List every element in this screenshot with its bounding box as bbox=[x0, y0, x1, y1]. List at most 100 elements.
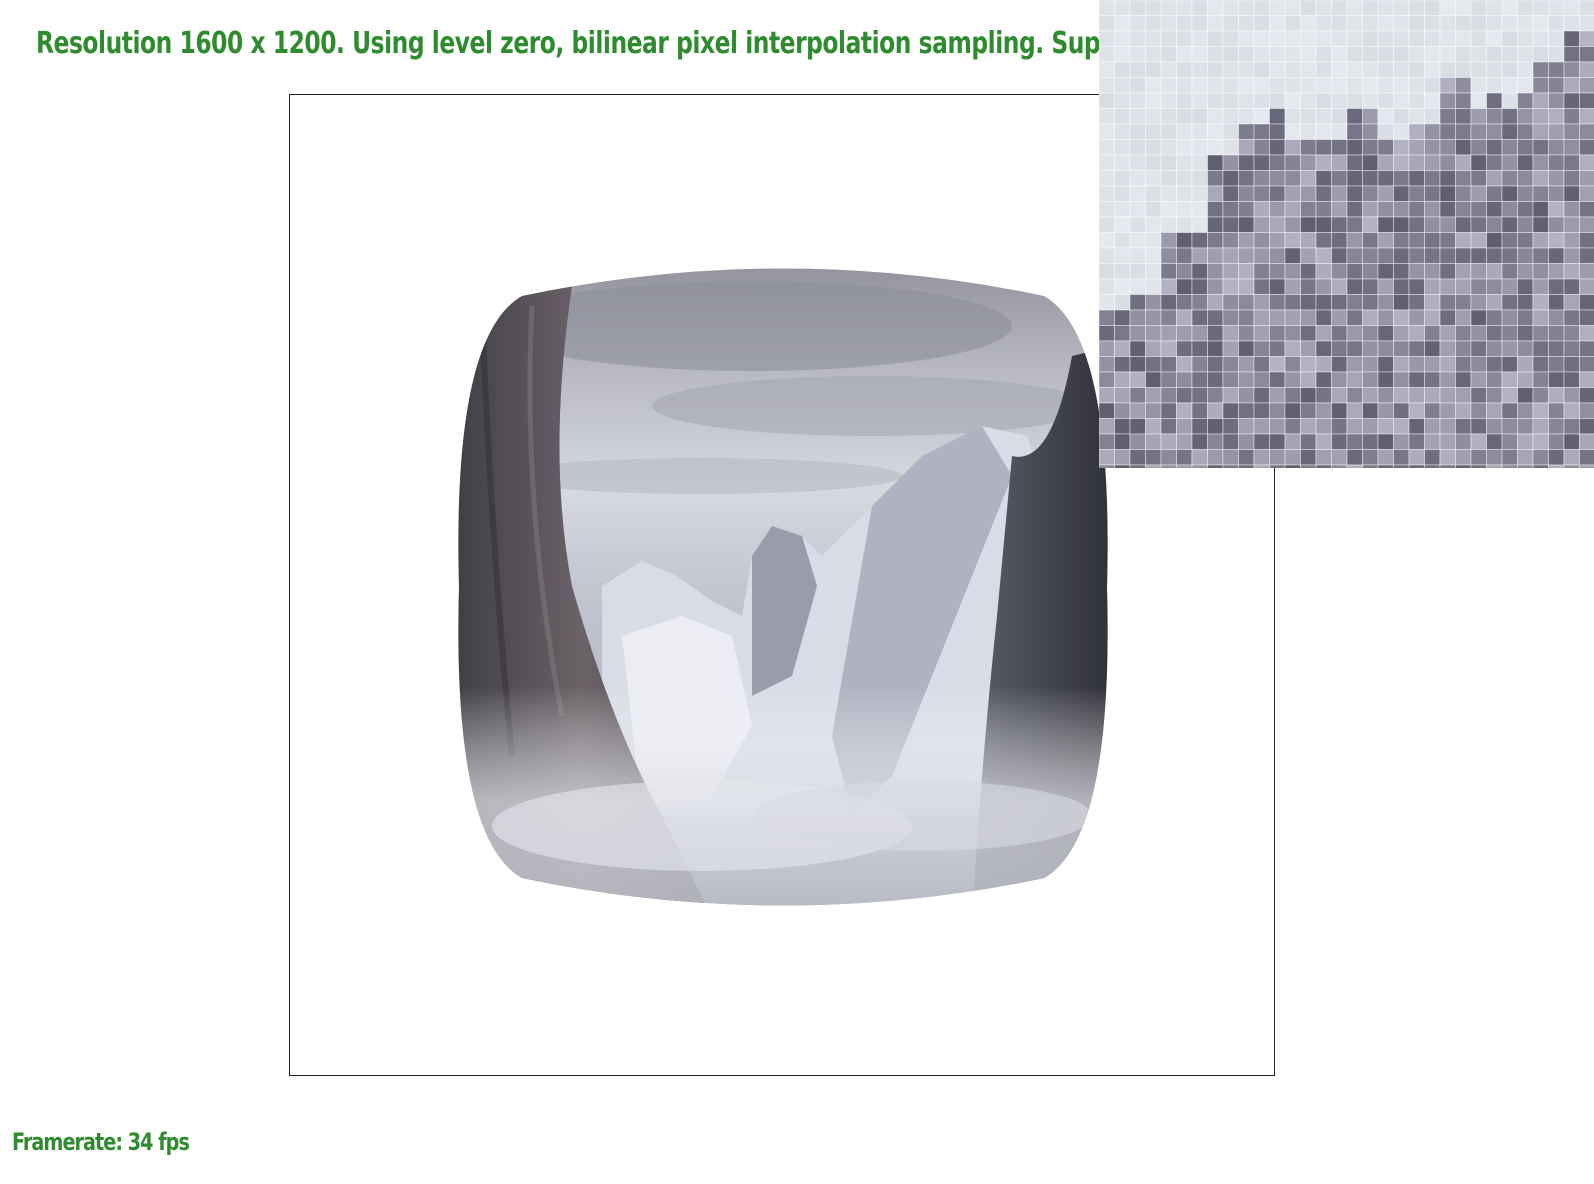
zoom-pixel-cell bbox=[1579, 108, 1594, 125]
zoom-pixel-cell bbox=[1408, 30, 1425, 47]
zoom-pixel-cell bbox=[1486, 371, 1503, 388]
zoom-pixel-cell bbox=[1331, 139, 1348, 156]
zoom-pixel-cell bbox=[1424, 185, 1441, 202]
zoom-pixel-cell bbox=[1284, 309, 1301, 326]
zoom-pixel-cell bbox=[1346, 0, 1363, 16]
zoom-pixel-cell bbox=[1253, 433, 1270, 450]
zoom-pixel-cell bbox=[1501, 340, 1518, 357]
zoom-pixel-cell bbox=[1439, 294, 1456, 311]
zoom-pixel-cell bbox=[1346, 309, 1363, 326]
zoom-pixel-cell bbox=[1517, 30, 1534, 47]
zoom-pixel-cell bbox=[1486, 433, 1503, 450]
zoom-pixel-cell bbox=[1532, 232, 1549, 249]
zoom-pixel-cell bbox=[1253, 216, 1270, 233]
zoom-pixel-cell bbox=[1269, 216, 1286, 233]
zoom-pixel-cell bbox=[1207, 108, 1224, 125]
zoom-pixel-cell bbox=[1455, 216, 1472, 233]
zoom-pixel-cell bbox=[1099, 263, 1115, 280]
zoom-pixel-cell bbox=[1331, 402, 1348, 419]
zoom-pixel-cell bbox=[1579, 123, 1594, 140]
zoom-pixel-cell bbox=[1393, 154, 1410, 171]
zoom-pixel-cell bbox=[1362, 278, 1379, 295]
zoom-pixel-cell bbox=[1548, 46, 1565, 63]
zoom-pixel-cell bbox=[1362, 123, 1379, 140]
zoom-pixel-cell bbox=[1222, 356, 1239, 373]
zoom-pixel-cell bbox=[1455, 30, 1472, 47]
zoom-pixel-cell bbox=[1114, 263, 1131, 280]
zoom-pixel-cell bbox=[1300, 356, 1317, 373]
zoom-pixel-cell bbox=[1160, 108, 1177, 125]
zoom-pixel-cell bbox=[1114, 185, 1131, 202]
zoom-pixel-cell bbox=[1145, 185, 1162, 202]
zoom-pixel-cell bbox=[1160, 247, 1177, 264]
zoom-pixel-cell bbox=[1439, 123, 1456, 140]
zoom-pixel-cell bbox=[1362, 294, 1379, 311]
zoom-pixel-cell bbox=[1145, 402, 1162, 419]
zoom-pixel-cell bbox=[1191, 201, 1208, 218]
zoom-pixel-cell bbox=[1160, 232, 1177, 249]
zoom-pixel-cell bbox=[1129, 356, 1146, 373]
zoom-pixel-cell bbox=[1099, 325, 1115, 342]
zoom-pixel-cell bbox=[1191, 61, 1208, 78]
zoom-pixel-cell bbox=[1099, 0, 1115, 16]
zoom-pixel-cell bbox=[1129, 371, 1146, 388]
zoom-pixel-cell bbox=[1284, 15, 1301, 32]
zoom-pixel-cell bbox=[1346, 263, 1363, 280]
zoom-pixel-cell bbox=[1470, 139, 1487, 156]
zoom-pixel-cell bbox=[1563, 139, 1580, 156]
zoom-pixel-cell bbox=[1501, 46, 1518, 63]
zoom-pixel-cell bbox=[1377, 402, 1394, 419]
zoom-pixel-cell bbox=[1238, 46, 1255, 63]
zoom-pixel-cell bbox=[1486, 356, 1503, 373]
warped-texture-image bbox=[458, 268, 1108, 906]
zoom-pixel-cell bbox=[1548, 449, 1565, 466]
zoom-pixel-cell bbox=[1191, 340, 1208, 357]
zoom-pixel-cell bbox=[1346, 92, 1363, 109]
zoom-pixel-cell bbox=[1207, 387, 1224, 404]
zoom-pixel-cell bbox=[1284, 170, 1301, 187]
zoom-pixel-cell bbox=[1176, 30, 1193, 47]
zoom-pixel-cell bbox=[1300, 309, 1317, 326]
zoom-pixel-cell bbox=[1470, 309, 1487, 326]
zoom-pixel-cell bbox=[1377, 216, 1394, 233]
zoom-pixel-cell bbox=[1579, 371, 1594, 388]
zoom-pixel-cell bbox=[1269, 294, 1286, 311]
zoom-pixel-cell bbox=[1486, 294, 1503, 311]
zoom-pixel-cell bbox=[1315, 294, 1332, 311]
zoom-pixel-cell bbox=[1145, 418, 1162, 435]
zoom-pixel-cell bbox=[1548, 61, 1565, 78]
zoom-pixel-cell bbox=[1579, 356, 1594, 373]
zoom-pixel-cell bbox=[1099, 185, 1115, 202]
zoom-pixel-cell bbox=[1191, 464, 1208, 468]
zoom-pixel-cell bbox=[1300, 154, 1317, 171]
zoom-pixel-cell bbox=[1331, 170, 1348, 187]
zoom-pixel-cell bbox=[1145, 356, 1162, 373]
zoom-pixel-cell bbox=[1331, 108, 1348, 125]
zoom-pixel-cell bbox=[1191, 247, 1208, 264]
zoom-pixel-cell bbox=[1315, 0, 1332, 16]
zoom-pixel-cell bbox=[1439, 356, 1456, 373]
zoom-pixel-cell bbox=[1563, 92, 1580, 109]
zoom-pixel-cell bbox=[1207, 15, 1224, 32]
zoom-pixel-cell bbox=[1377, 449, 1394, 466]
zoom-pixel-cell bbox=[1099, 201, 1115, 218]
zoom-pixel-cell bbox=[1114, 418, 1131, 435]
zoom-pixel-cell bbox=[1563, 356, 1580, 373]
zoom-pixel-cell bbox=[1548, 123, 1565, 140]
zoom-pixel-cell bbox=[1284, 278, 1301, 295]
zoom-pixel-cell bbox=[1548, 325, 1565, 342]
zoom-pixel-cell bbox=[1191, 433, 1208, 450]
zoom-pixel-cell bbox=[1099, 309, 1115, 326]
zoom-pixel-cell bbox=[1517, 216, 1534, 233]
zoom-pixel-cell bbox=[1269, 185, 1286, 202]
zoom-pixel-cell bbox=[1253, 170, 1270, 187]
zoom-pixel-cell bbox=[1269, 92, 1286, 109]
zoom-pixel-cell bbox=[1393, 263, 1410, 280]
zoom-pixel-cell bbox=[1408, 154, 1425, 171]
zoom-pixel-cell bbox=[1300, 15, 1317, 32]
zoom-pixel-cell bbox=[1207, 340, 1224, 357]
zoom-pixel-cell bbox=[1424, 232, 1441, 249]
zoom-pixel-cell bbox=[1269, 402, 1286, 419]
zoom-pixel-cell bbox=[1517, 170, 1534, 187]
zoom-pixel-cell bbox=[1517, 309, 1534, 326]
